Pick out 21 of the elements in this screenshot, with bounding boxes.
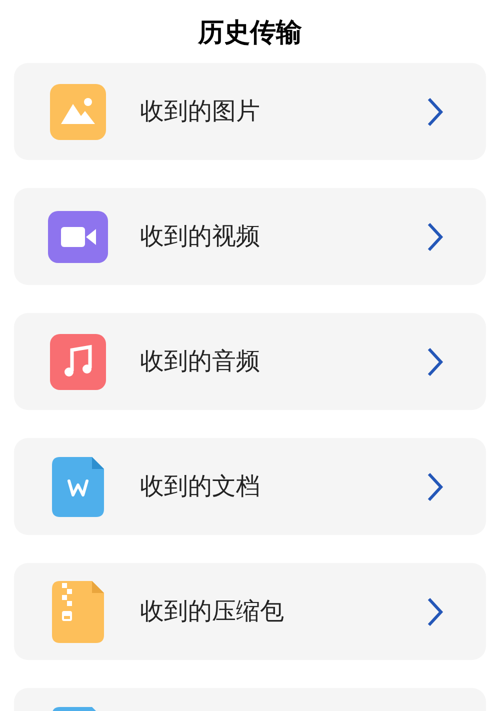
- chevron-right-icon: [426, 596, 444, 626]
- page-title: 历史传输: [198, 18, 302, 44]
- music-note-icon: [50, 334, 106, 390]
- item-label: 收到的文档: [140, 472, 261, 502]
- list-item[interactable]: 收到的音频: [14, 313, 486, 410]
- list-item[interactable]: 收到的图片: [14, 63, 486, 160]
- item-label: 收到的视频: [140, 222, 261, 252]
- item-label: 收到的压缩包: [140, 596, 285, 626]
- list-item[interactable]: 收到的压缩包: [14, 563, 486, 660]
- video-camera-icon: [48, 210, 108, 262]
- list-item[interactable]: 收到的视频: [14, 188, 486, 285]
- document-icon: [52, 456, 104, 516]
- image-icon: [50, 84, 106, 140]
- chevron-right-icon: [426, 96, 444, 126]
- item-label: 收到的音频: [140, 346, 261, 376]
- list-item[interactable]: 收到的文档: [14, 438, 486, 535]
- zip-file-icon: [52, 580, 104, 642]
- chevron-right-icon: [426, 472, 444, 502]
- item-label: 收到的图片: [140, 96, 261, 126]
- chevron-right-icon: [426, 222, 444, 252]
- chevron-right-icon: [426, 346, 444, 376]
